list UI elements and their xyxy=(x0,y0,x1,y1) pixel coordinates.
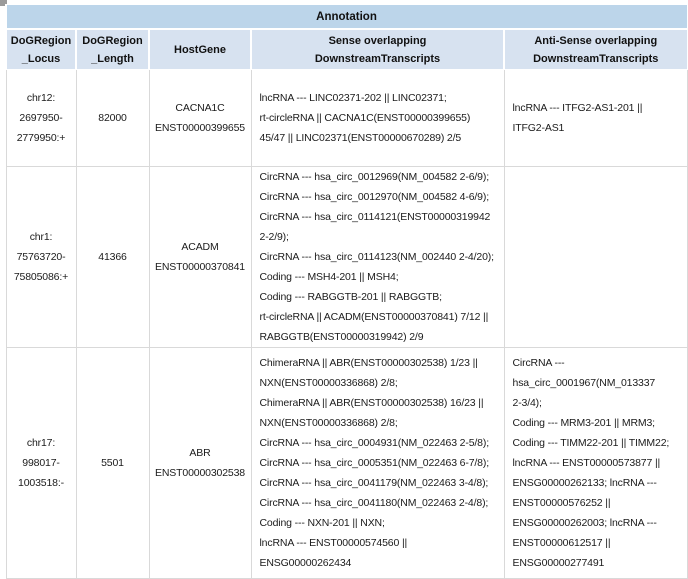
table-row: chr17: 998017- 1003518:- 5501 ABR ENST00… xyxy=(6,348,687,579)
table-title-row: Annotation xyxy=(6,5,687,30)
sense-transcripts-cell: lncRNA --- LINC02371-202 || LINC02371; r… xyxy=(251,70,504,167)
table-row: chr1: 75763720- 75805086:+ 41366 ACADM E… xyxy=(6,167,687,348)
length-cell: 41366 xyxy=(76,167,149,348)
sense-transcripts-cell: ChimeraRNA || ABR(ENST00000302538) 1/23 … xyxy=(251,348,504,579)
column-header-hostgene: HostGene xyxy=(149,29,251,70)
annotation-table: Annotation DoGRegion _Locus DoGRegion _L… xyxy=(5,4,688,579)
locus-cell: chr1: 75763720- 75805086:+ xyxy=(6,167,76,348)
length-cell: 5501 xyxy=(76,348,149,579)
hostgene-cell: ABR ENST00000302538 xyxy=(149,348,251,579)
sense-transcripts-cell: CircRNA --- hsa_circ_0012969(NM_004582 2… xyxy=(251,167,504,348)
column-header-dogregion-length: DoGRegion _Length xyxy=(76,29,149,70)
table-title: Annotation xyxy=(6,5,687,30)
antisense-transcripts-cell: CircRNA --- hsa_circ_0001967(NM_013337 2… xyxy=(504,348,687,579)
column-header-antisense-overlapping: Anti-Sense overlapping DownstreamTranscr… xyxy=(504,29,687,70)
column-header-dogregion-locus: DoGRegion _Locus xyxy=(6,29,76,70)
table-row: chr12: 2697950- 2779950:+ 82000 CACNA1C … xyxy=(6,70,687,167)
antisense-transcripts-cell: lncRNA --- ITFG2-AS1-201 || ITFG2-AS1 xyxy=(504,70,687,167)
locus-cell: chr12: 2697950- 2779950:+ xyxy=(6,70,76,167)
locus-cell: chr17: 998017- 1003518:- xyxy=(6,348,76,579)
column-header-row: DoGRegion _Locus DoGRegion _Length HostG… xyxy=(6,29,687,70)
column-header-sense-overlapping: Sense overlapping DownstreamTranscripts xyxy=(251,29,504,70)
length-cell: 82000 xyxy=(76,70,149,167)
antisense-transcripts-cell xyxy=(504,167,687,348)
hostgene-cell: CACNA1C ENST00000399655 xyxy=(149,70,251,167)
hostgene-cell: ACADM ENST00000370841 xyxy=(149,167,251,348)
